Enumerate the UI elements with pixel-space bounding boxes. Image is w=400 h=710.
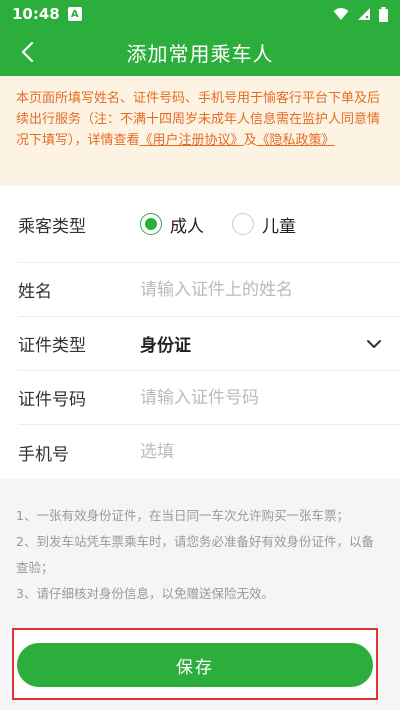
tip-item: 3、请仔细核对身份信息，以免赠送保险无效。: [16, 586, 274, 601]
privacy-notice: 本页面所填写姓名、证件号码、手机号用于愉客行平台下单及后续出行服务（注：不满十四…: [0, 76, 400, 186]
tip-item: 1、一张有效身份证件，在当日同一车次允许购买一张车票；: [16, 508, 349, 523]
passenger-type-row: 乘客类型 成人 儿童: [18, 186, 400, 263]
id-type-value: 身份证: [140, 336, 191, 356]
phone-input[interactable]: [140, 442, 384, 462]
phone-label: 手机号: [18, 444, 69, 465]
name-label: 姓名: [18, 282, 52, 302]
save-button[interactable]: 保存: [17, 643, 373, 687]
radio-adult[interactable]: 成人: [140, 212, 204, 237]
chevron-down-icon[interactable]: [364, 334, 384, 354]
notification-icon: A: [67, 7, 82, 21]
nav-bar: 添加常用乘车人: [0, 28, 400, 76]
status-bar: 10:48 A: [0, 0, 400, 28]
status-indicators: [333, 6, 388, 22]
passenger-form: 乘客类型 成人 儿童 姓名 证件类型 身份证 证件号码 手机号: [0, 186, 400, 479]
radio-unchecked-icon: [232, 213, 254, 235]
id-type-row[interactable]: 证件类型 身份证: [18, 317, 400, 371]
phone-row: 手机号: [18, 425, 400, 479]
id-number-input[interactable]: [140, 387, 384, 408]
radio-child[interactable]: 儿童: [232, 212, 296, 237]
radio-child-label: 儿童: [262, 216, 296, 237]
radio-checked-icon: [140, 213, 162, 235]
wifi-icon: [333, 8, 349, 20]
battery-icon: [379, 6, 388, 22]
status-time: 10:48: [12, 5, 60, 23]
id-number-row: 证件号码: [18, 371, 400, 425]
signal-icon: [358, 8, 370, 20]
tip-item: 2、到发车站凭车票乘车时，请您务必准备好有效身份证件，以备查验；: [16, 534, 374, 575]
page-title: 添加常用乘车人: [126, 41, 274, 66]
name-row: 姓名: [18, 263, 400, 317]
user-agreement-link[interactable]: 《用户注册协议》: [140, 133, 244, 148]
id-type-label: 证件类型: [18, 336, 86, 356]
save-button-highlight: 保存: [12, 628, 378, 700]
chevron-left-icon: [21, 41, 34, 63]
passenger-type-label: 乘客类型: [18, 216, 86, 237]
back-button[interactable]: [14, 39, 40, 65]
tips-section: 1、一张有效身份证件，在当日同一车次允许购买一张车票； 2、到发车站凭车票乘车时…: [0, 479, 400, 629]
radio-adult-label: 成人: [170, 216, 204, 237]
privacy-policy-link[interactable]: 《隐私政策》: [257, 133, 335, 148]
notice-between: 及: [243, 133, 257, 148]
name-input[interactable]: [140, 279, 384, 300]
id-number-label: 证件号码: [18, 390, 86, 410]
passenger-type-radio-group: 成人 儿童: [140, 212, 324, 237]
